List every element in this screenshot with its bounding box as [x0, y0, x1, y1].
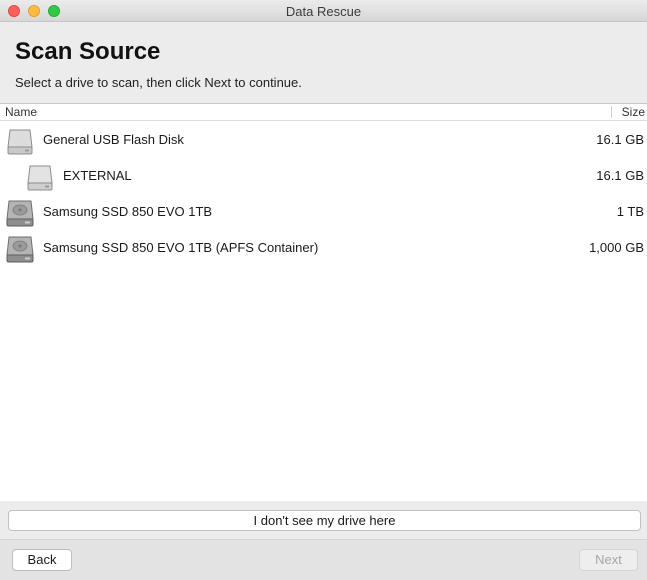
next-button[interactable]: Next — [579, 549, 638, 571]
drive-size: 1 TB — [616, 204, 644, 219]
page-header: Scan Source Select a drive to scan, then… — [0, 22, 647, 103]
drive-name: Samsung SSD 850 EVO 1TB — [43, 204, 213, 219]
back-button[interactable]: Back — [12, 549, 72, 571]
page-title: Scan Source — [15, 38, 161, 65]
internal-disk-icon — [6, 200, 34, 227]
volume-icon — [27, 165, 53, 191]
drive-row[interactable]: Samsung SSD 850 EVO 1TB (APFS Container)… — [0, 230, 647, 266]
drive-size: 16.1 GB — [596, 168, 644, 183]
footer: Back Next — [0, 540, 647, 580]
internal-disk-icon — [6, 236, 34, 263]
drive-row[interactable]: EXTERNAL 16.1 GB — [0, 158, 647, 194]
usb-drive-icon — [7, 129, 33, 155]
table-header: Name Size — [0, 104, 647, 121]
drive-size: 16.1 GB — [596, 132, 644, 147]
drive-row[interactable]: General USB Flash Disk 16.1 GB — [0, 122, 647, 158]
drive-name: Samsung SSD 850 EVO 1TB (APFS Container) — [43, 240, 319, 255]
drive-table[interactable]: Name Size General USB Flash Disk 16.1 GB… — [0, 103, 647, 501]
column-header-name[interactable]: Name — [5, 105, 37, 119]
title-bar: Data Rescue — [0, 0, 647, 22]
no-drive-button[interactable]: I don't see my drive here — [8, 510, 641, 531]
column-header-size[interactable]: Size — [622, 105, 645, 119]
drive-name: General USB Flash Disk — [43, 132, 184, 147]
drive-name: EXTERNAL — [63, 168, 132, 183]
window-title: Data Rescue — [285, 4, 362, 19]
page-subtitle: Select a drive to scan, then click Next … — [15, 75, 302, 90]
drive-row[interactable]: Samsung SSD 850 EVO 1TB 1 TB — [0, 194, 647, 230]
column-divider — [611, 106, 612, 118]
drive-size: 1,000 GB — [589, 240, 644, 255]
